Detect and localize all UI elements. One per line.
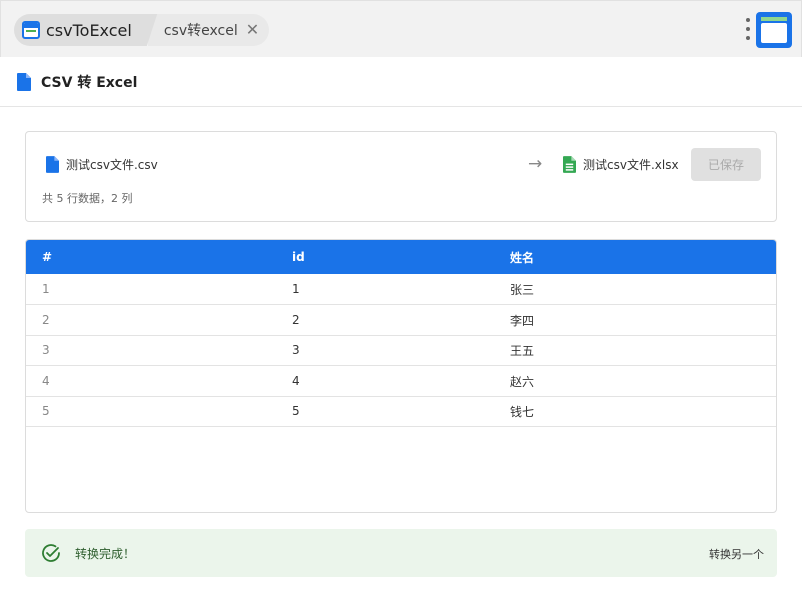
column-header-id: id [292,250,305,264]
status-message: 转换完成！ [75,547,136,561]
close-icon[interactable]: ✕ [246,22,259,38]
target-file: 测试csv文件.xlsx [563,156,679,173]
table-header: # id 姓名 [26,240,776,274]
row-index: 4 [42,374,50,388]
source-file-name: 测试csv文件.csv [66,158,158,172]
row-id: 1 [292,282,300,296]
tab-app[interactable]: csvToExcel [14,14,146,46]
file-card: 测试csv文件.csv 共 5 行数据，2 列 → 测试csv文件.xlsx 已… [25,131,777,222]
check-circle-icon [42,544,60,562]
column-header-name: 姓名 [510,250,535,265]
xlsx-file-icon [563,156,576,173]
source-file: 测试csv文件.csv [46,156,158,173]
row-count-info: 共 5 行数据，2 列 [42,192,133,205]
row-name: 赵六 [510,374,535,389]
more-menu-icon[interactable] [745,18,751,40]
data-table: # id 姓名 1 1 张三 2 2 李四 3 3 王五 4 4 赵六 5 5 … [25,239,777,513]
row-id: 3 [292,343,300,357]
row-index: 3 [42,343,50,357]
convert-another-link[interactable]: 转换另一个 [709,546,764,562]
row-index: 2 [42,313,50,327]
table-row: 4 4 赵六 [26,366,776,397]
page-title: CSV 转 Excel [41,74,138,91]
table-row: 2 2 李四 [26,305,776,336]
target-file-name: 测试csv文件.xlsx [583,158,679,172]
row-id: 2 [292,313,300,327]
tab-strip: csvToExcel csv转excel ✕ [14,14,270,46]
arrow-right-icon: → [528,154,543,174]
row-id: 4 [292,374,300,388]
page-header: CSV 转 Excel [0,57,802,107]
status-bar: 转换完成！ 转换另一个 [25,529,777,577]
file-icon [17,72,31,91]
column-header-index: # [42,250,53,264]
row-name: 张三 [510,282,535,297]
row-index: 1 [42,282,50,296]
row-name: 李四 [510,313,535,328]
csv-file-icon [46,156,59,173]
table-row: 3 3 王五 [26,335,776,366]
saved-button[interactable]: 已保存 [691,148,761,181]
row-index: 5 [42,404,50,418]
table-row: 5 5 钱七 [26,396,776,427]
tab-csv-to-excel-label: csv转excel [163,23,238,39]
row-name: 钱七 [510,404,535,419]
tab-csv-to-excel[interactable]: csv转excel ✕ [147,14,270,46]
tab-app-label: csvToExcel [46,20,132,40]
table-row: 1 1 张三 [26,274,776,305]
app-icon [22,21,40,39]
app-logo-icon[interactable] [756,12,792,48]
row-name: 王五 [510,343,535,358]
row-id: 5 [292,404,300,418]
tab-bar: csvToExcel csv转excel ✕ [0,0,802,57]
